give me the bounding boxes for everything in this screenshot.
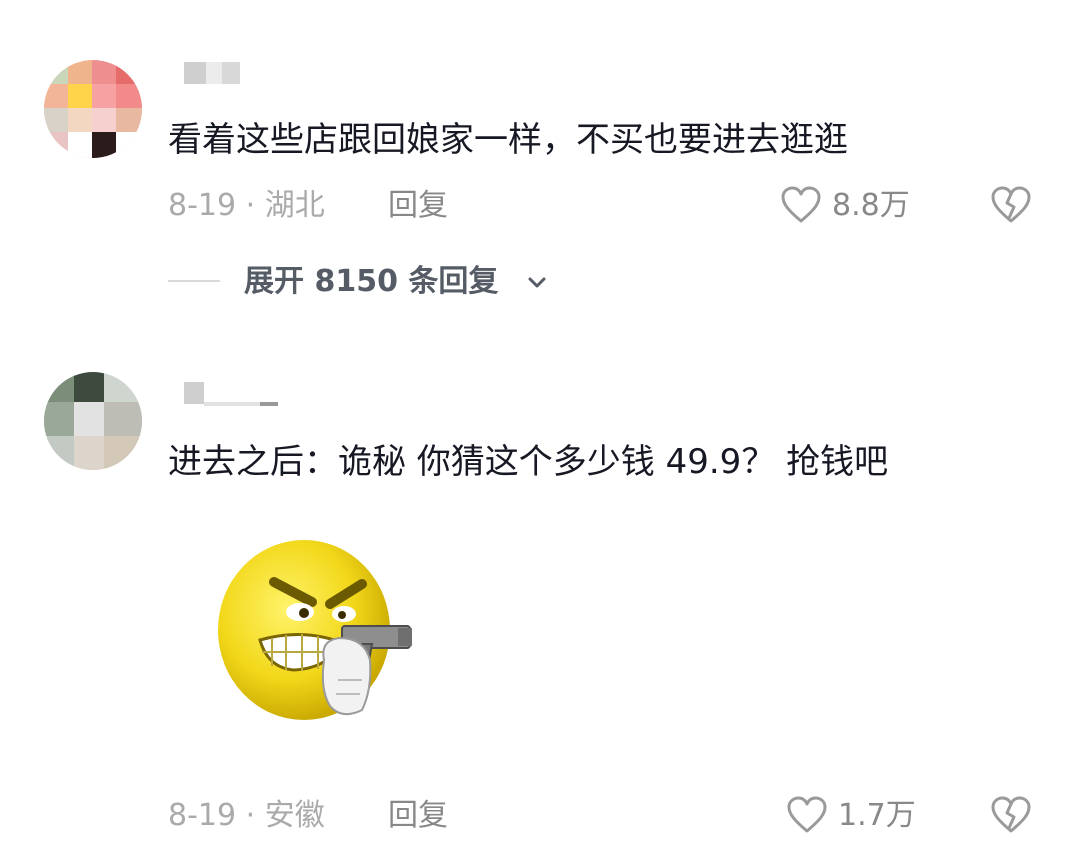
- angry-emoji-with-gun-sticker: [218, 540, 412, 720]
- comment-meta: 8-19 · 湖北: [168, 188, 325, 223]
- comment-meta: 8-19 · 安徽: [168, 798, 325, 833]
- reply-button[interactable]: 回复: [388, 796, 448, 836]
- comment-text: 看着这些店跟回娘家一样，不买也要进去逛逛: [168, 120, 848, 160]
- comment-text: 进去之后：诡秘 你猜这个多少钱 49.9？ 抢钱吧: [168, 442, 889, 482]
- broken-heart-icon[interactable]: [990, 796, 1032, 834]
- like-count: 8.8万: [832, 188, 910, 223]
- reply-button[interactable]: 回复: [388, 186, 448, 226]
- avatar[interactable]: [44, 60, 142, 158]
- like-count: 1.7万: [838, 798, 916, 833]
- heart-outline-icon: [781, 186, 821, 223]
- avatar[interactable]: [44, 372, 142, 470]
- broken-heart-icon[interactable]: [990, 186, 1032, 224]
- divider: [168, 280, 220, 282]
- expand-replies-label: 展开 8150 条回复: [244, 264, 499, 299]
- chevron-down-icon: [528, 277, 546, 288]
- heart-outline-icon: [787, 796, 827, 833]
